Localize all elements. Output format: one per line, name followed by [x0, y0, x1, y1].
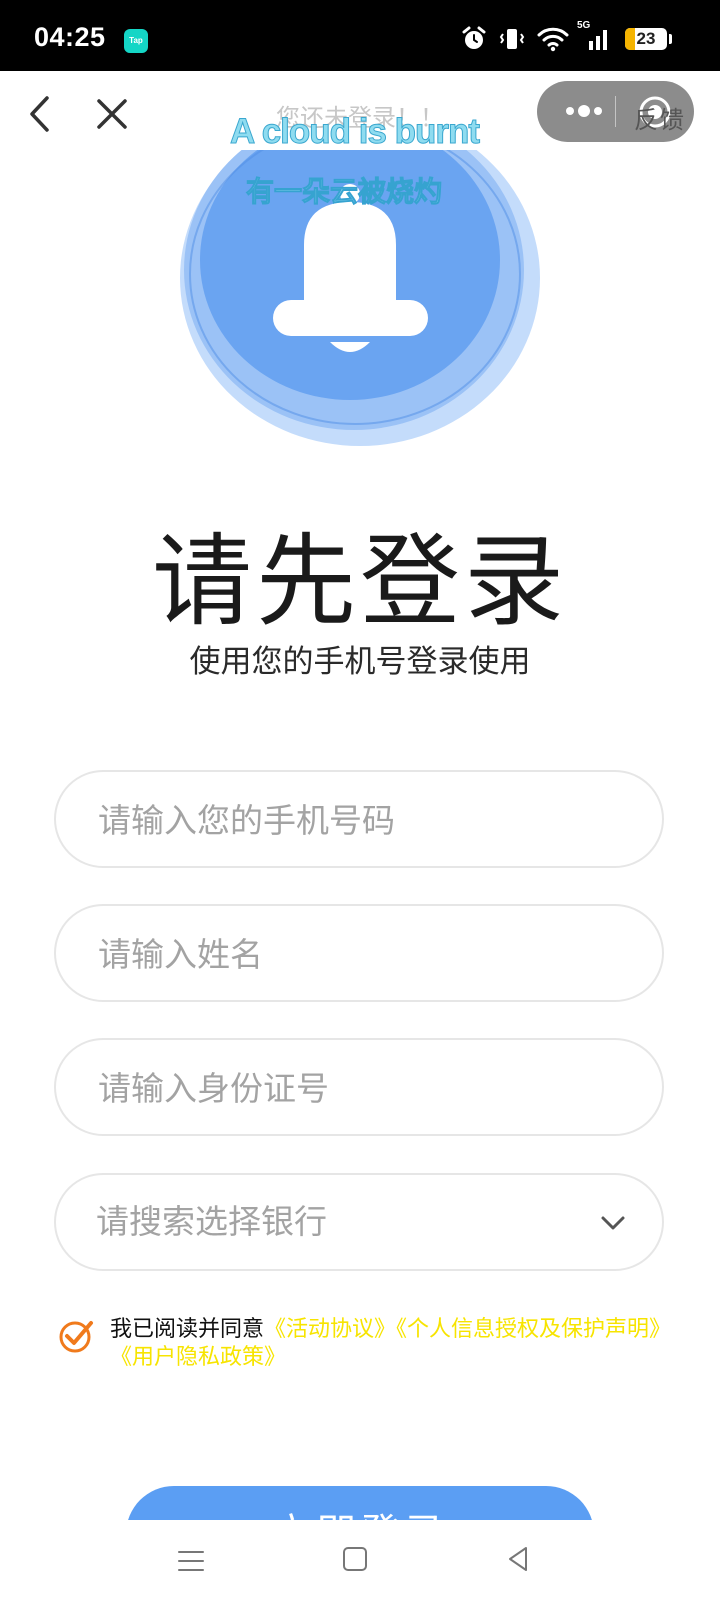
system-nav-bar	[0, 1520, 720, 1608]
login-subheading: 使用您的手机号登录使用	[189, 644, 531, 680]
network-type-label: 5G	[577, 20, 591, 31]
tap-app-icon: Tap	[124, 29, 148, 53]
close-icon[interactable]	[92, 94, 132, 134]
login-heading: 请先登录	[152, 523, 568, 640]
agreement-checkbox-icon[interactable]	[58, 1318, 94, 1354]
feedback-link[interactable]: 反馈	[634, 100, 686, 135]
phone-field	[54, 770, 664, 868]
id-number-input[interactable]	[96, 1040, 620, 1136]
bank-select-placeholder: 请搜索选择银行	[96, 1202, 327, 1241]
status-icons: 5G 23	[461, 20, 672, 54]
back-triangle-icon[interactable]	[504, 1544, 534, 1574]
id-number-field	[54, 1038, 664, 1136]
watermark-english: A cloud is burnt	[230, 112, 481, 152]
name-field	[54, 904, 664, 1002]
bank-select[interactable]: 请搜索选择银行	[54, 1173, 664, 1271]
home-square-icon[interactable]	[340, 1544, 370, 1574]
agreement-prefix: 我已阅读并同意	[110, 1317, 265, 1342]
status-time: 04:25	[34, 22, 106, 52]
battery-icon: 23	[625, 28, 667, 50]
phone-input[interactable]	[96, 772, 620, 868]
capsule-divider	[615, 96, 616, 127]
agreement-text: 我已阅读并同意《活动协议》《个人信息授权及保护声明》《用户隐私政策》	[110, 1316, 700, 1372]
battery-nub	[669, 34, 672, 44]
vibrate-icon	[499, 29, 525, 49]
back-arrow-icon[interactable]	[22, 92, 62, 136]
battery-text: 23	[636, 29, 656, 48]
name-input[interactable]	[96, 906, 620, 1002]
menu-icon[interactable]	[176, 1546, 206, 1576]
status-bar: 04:25 Tap 5G 23	[0, 0, 720, 71]
watermark-chinese: 有一朵云被烧灼	[245, 175, 443, 209]
wifi-icon	[537, 27, 569, 52]
alarm-icon	[462, 26, 486, 49]
cellular-signal-icon: 5G	[577, 20, 613, 52]
more-icon[interactable]	[557, 81, 611, 142]
chevron-down-icon	[601, 1216, 625, 1230]
